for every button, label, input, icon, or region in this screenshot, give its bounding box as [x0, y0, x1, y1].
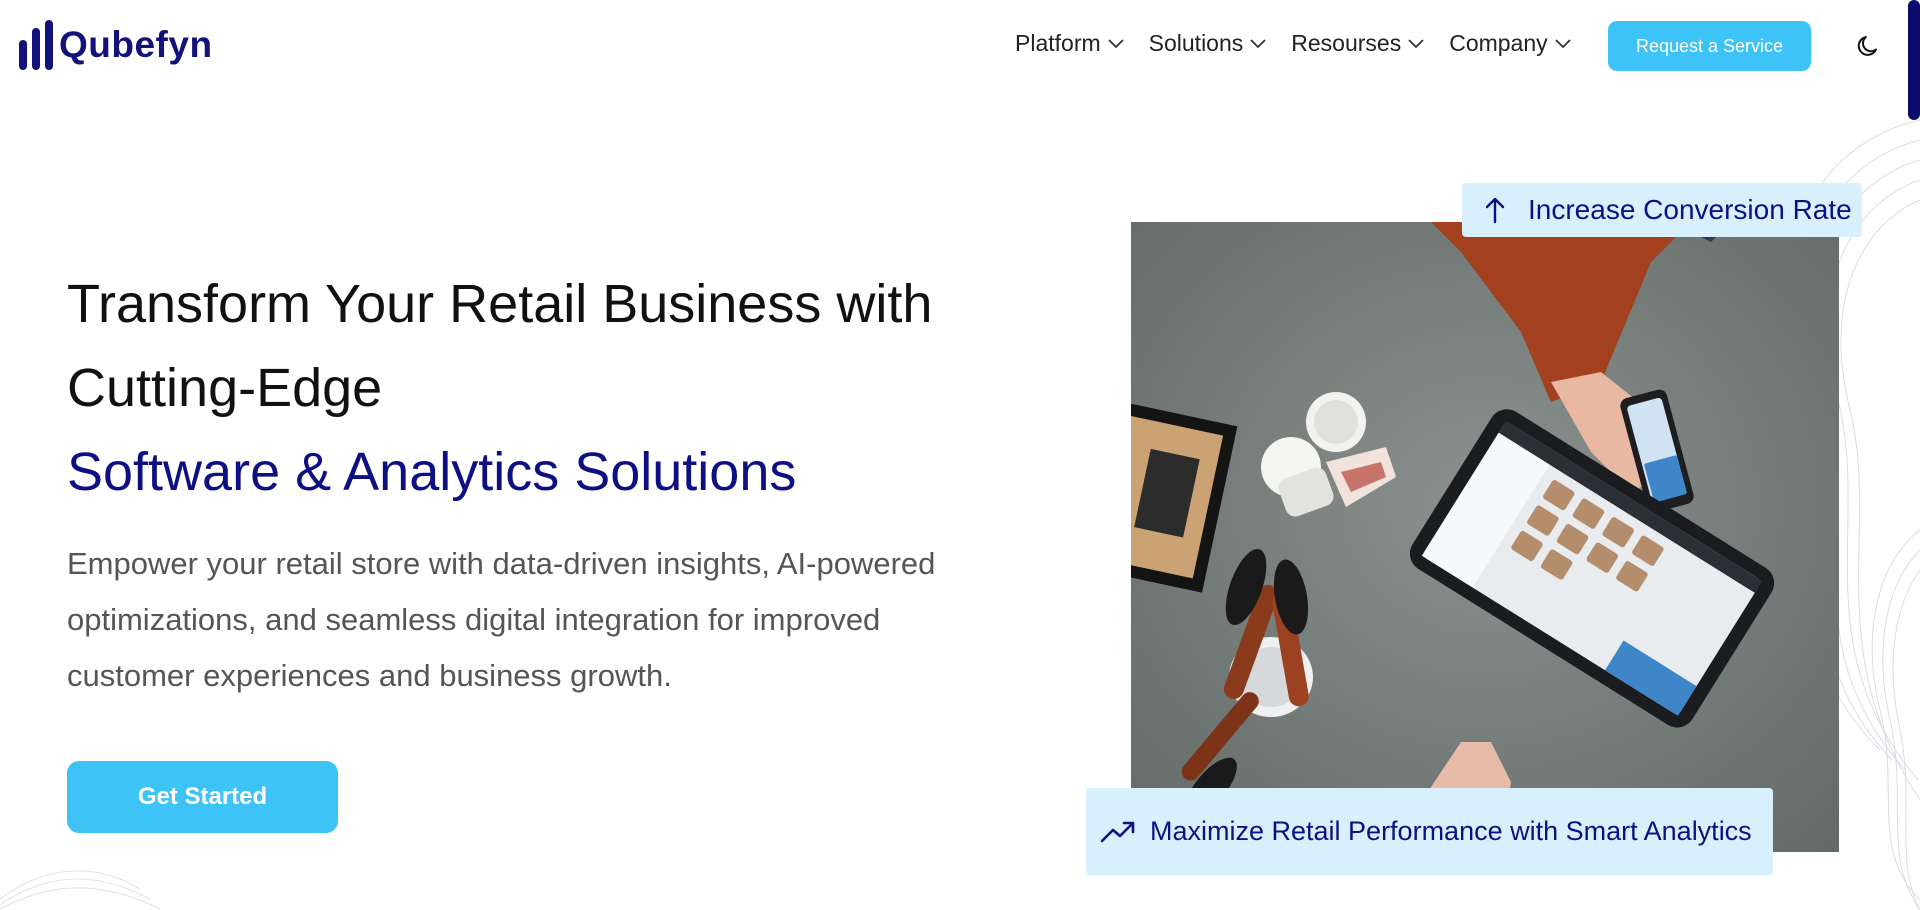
nav-item-solutions[interactable]: Solutions — [1149, 30, 1267, 57]
nav-item-platform[interactable]: Platform — [1015, 30, 1124, 57]
chevron-down-icon — [1555, 38, 1571, 48]
hero-title: Transform Your Retail Business with Cutt… — [67, 262, 1027, 514]
nav-label: Platform — [1015, 30, 1101, 56]
hero-title-highlight: Software & Analytics Solutions — [67, 442, 797, 502]
nav-label: Solutions — [1148, 30, 1244, 56]
scrollbar-thumb[interactable] — [1908, 0, 1920, 120]
chevron-down-icon — [1250, 38, 1266, 48]
hero-title-line1: Transform Your Retail Business with — [67, 274, 933, 334]
brand-logo[interactable]: Qubefyn — [19, 20, 213, 70]
trending-up-icon — [1100, 821, 1135, 842]
badge-retail-performance: Maximize Retail Performance with Smart A… — [1086, 788, 1773, 875]
badge-label: Increase Conversion Rate — [1528, 194, 1852, 225]
main-nav: Platform Solutions Resourses Company — [1015, 30, 1596, 57]
get-started-button[interactable]: Get Started — [67, 761, 338, 833]
chevron-down-icon — [1108, 38, 1124, 48]
moon-icon[interactable] — [1856, 33, 1882, 59]
site-header: Qubefyn Platform Solutions Resourses Com… — [0, 0, 1920, 92]
nav-label: Resourses — [1291, 30, 1402, 56]
nav-item-resourses[interactable]: Resourses — [1291, 30, 1424, 57]
arrow-up-icon — [1485, 197, 1505, 224]
request-service-button[interactable]: Request a Service — [1608, 21, 1811, 71]
nav-label: Company — [1449, 30, 1548, 56]
background-wave-lines-left — [0, 870, 161, 909]
badge-label: Maximize Retail Performance with Smart A… — [1150, 816, 1752, 846]
hero-description: Empower your retail store with data-driv… — [67, 546, 936, 693]
brand-name: Qubefyn — [59, 24, 213, 65]
chevron-down-icon — [1408, 38, 1424, 48]
hero-title-line2: Cutting-Edge — [67, 358, 383, 418]
nav-item-company[interactable]: Company — [1449, 30, 1571, 57]
logo-bars-icon — [19, 20, 53, 70]
hero-retail-photo — [1131, 222, 1839, 852]
badge-increase-conversion: Increase Conversion Rate — [1462, 183, 1862, 237]
